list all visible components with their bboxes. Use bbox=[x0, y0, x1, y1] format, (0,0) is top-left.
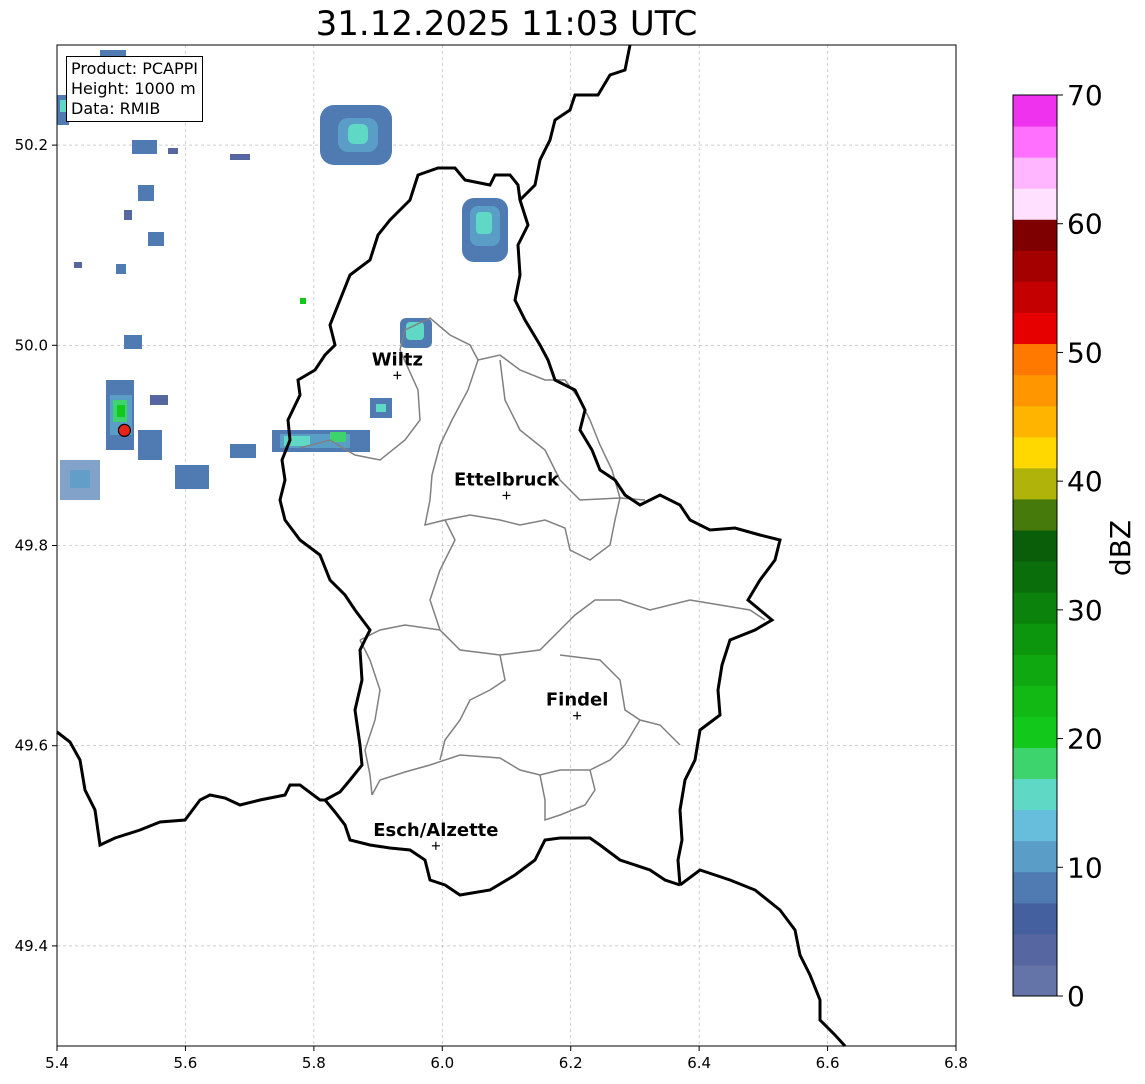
x-tick-label: 6.6 bbox=[816, 1054, 840, 1072]
colorbar-segment bbox=[1013, 529, 1057, 562]
colorbar-segment bbox=[1013, 374, 1057, 407]
y-tick-label: 49.6 bbox=[15, 737, 48, 755]
city-label: Esch/Alzette bbox=[373, 820, 498, 841]
info-box: Product: PCAPPI Height: 1000 m Data: RMI… bbox=[66, 56, 204, 122]
x-tick-label: 5.4 bbox=[45, 1054, 69, 1072]
colorbar-segment bbox=[1013, 778, 1057, 811]
radar-map: 5.4 5.6 5.8 6.0 6.2 6.4 6.6 6.8 50.2 50.0 49.8 49.6… bbox=[15, 44, 1137, 1072]
colorbar-segment bbox=[1013, 747, 1057, 780]
colorbar-tick-label: 70 bbox=[1067, 79, 1103, 112]
colorbar-segment bbox=[1013, 716, 1057, 748]
city-label: Ettelbruck bbox=[454, 469, 560, 490]
y-tick-label: 50.2 bbox=[15, 136, 48, 154]
city-label: Wiltz bbox=[372, 349, 423, 370]
colorbar-segment bbox=[1013, 840, 1057, 873]
colorbar-segment bbox=[1013, 561, 1057, 593]
colorbar-tick-label: 20 bbox=[1067, 723, 1103, 756]
colorbar-segment bbox=[1013, 623, 1057, 655]
colorbar-tick-label: 40 bbox=[1067, 465, 1103, 498]
city-label: Findel bbox=[546, 690, 609, 711]
colorbar-segment bbox=[1013, 685, 1057, 717]
x-tick-label: 5.6 bbox=[173, 1054, 197, 1072]
info-product: Product: PCAPPI bbox=[71, 59, 199, 78]
x-tick-label: 6.2 bbox=[559, 1054, 583, 1072]
colorbar-segment bbox=[1013, 281, 1057, 313]
colorbar-segment bbox=[1013, 871, 1057, 904]
colorbar-tick-label: 30 bbox=[1067, 594, 1103, 627]
colorbar-segment bbox=[1013, 436, 1057, 469]
info-data: Data: RMIB bbox=[71, 99, 161, 118]
colorbar-tick-label: 0 bbox=[1067, 980, 1085, 1013]
x-tick-label: 6.0 bbox=[430, 1054, 454, 1072]
colorbar-segment bbox=[1013, 219, 1057, 251]
colorbar-segment bbox=[1013, 654, 1057, 686]
colorbar-segment bbox=[1013, 126, 1057, 158]
colorbar-segment bbox=[1013, 964, 1057, 997]
colorbar-segment bbox=[1013, 312, 1057, 345]
x-tick-label: 6.8 bbox=[944, 1054, 968, 1072]
colorbar: 0 10 20 30 40 50 60 70 bbox=[1012, 79, 1103, 1013]
y-tick-label: 49.4 bbox=[15, 937, 48, 955]
colorbar-tick-label: 60 bbox=[1067, 208, 1103, 241]
colorbar-segment bbox=[1013, 343, 1057, 376]
colorbar-label: dBZ bbox=[1104, 520, 1137, 576]
radar-site-marker bbox=[117, 423, 132, 437]
colorbar-segment bbox=[1013, 467, 1057, 500]
colorbar-tick-label: 50 bbox=[1067, 336, 1103, 369]
colorbar-segment bbox=[1013, 95, 1057, 127]
colorbar-segment bbox=[1013, 157, 1057, 189]
colorbar-segment bbox=[1013, 933, 1057, 966]
y-tick-label: 49.8 bbox=[15, 537, 48, 555]
colorbar-tick-label: 10 bbox=[1067, 851, 1103, 884]
colorbar-segment bbox=[1013, 902, 1057, 935]
info-height: Height: 1000 m bbox=[71, 79, 196, 98]
x-tick-label: 6.4 bbox=[687, 1054, 711, 1072]
colorbar-segment bbox=[1013, 592, 1057, 624]
colorbar-segment bbox=[1013, 188, 1057, 220]
colorbar-segment bbox=[1013, 405, 1057, 438]
colorbar-segment bbox=[1013, 250, 1057, 282]
x-tick-label: 5.8 bbox=[302, 1054, 326, 1072]
colorbar-segment bbox=[1013, 809, 1057, 842]
y-tick-label: 50.0 bbox=[15, 336, 48, 354]
colorbar-segment bbox=[1013, 498, 1057, 531]
